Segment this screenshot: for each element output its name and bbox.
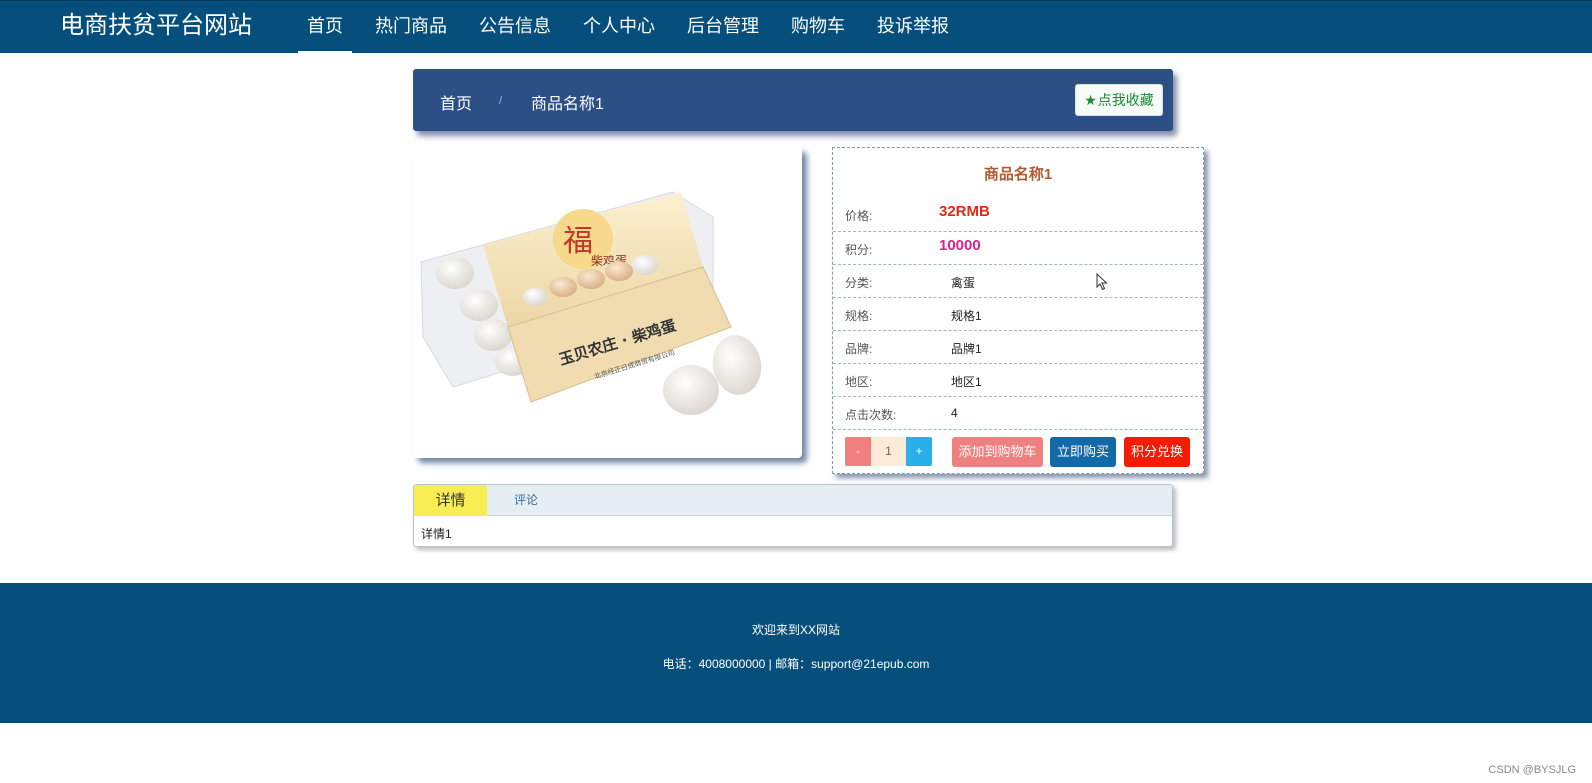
top-navbar: 电商扶贫平台网站 首页 热门商品 公告信息 个人中心 后台管理 购物车 投诉举报 [0, 0, 1592, 54]
spec-value: 规格1 [951, 309, 982, 323]
category-label: 分类: [845, 276, 873, 290]
mouse-cursor-icon [1096, 273, 1108, 291]
buy-now-button[interactable]: 立即购买 [1050, 437, 1116, 467]
nav-item-personal-center[interactable]: 个人中心 [574, 1, 664, 54]
info-row-brand: 品牌: 品牌1 [833, 330, 1203, 363]
breadcrumb: 首页 / 商品名称1 ★点我收藏 [413, 69, 1173, 131]
watermark: CSDN @BYSJLG [1488, 764, 1576, 776]
category-value: 禽蛋 [951, 276, 976, 290]
svg-text:福: 福 [563, 224, 593, 259]
points-label: 积分: [845, 243, 873, 257]
breadcrumb-separator: / [499, 95, 503, 107]
info-row-divider [833, 429, 1203, 430]
quantity-decrement-button[interactable]: - [845, 437, 871, 466]
brand-label: 品牌: [845, 342, 873, 356]
price-label: 价格: [845, 209, 873, 223]
nav-item-announcements[interactable]: 公告信息 [470, 1, 560, 54]
info-row-region: 地区: 地区1 [833, 363, 1203, 396]
product-detail-tabs: 详情 评论 详情1 [413, 484, 1173, 547]
favorite-button-label: 点我收藏 [1097, 92, 1154, 108]
info-row-category: 分类: 禽蛋 [833, 264, 1203, 297]
clicks-label: 点击次数: [845, 408, 897, 422]
spec-label: 规格: [845, 309, 873, 323]
egg-carton-illustration: 福 柴鸡蛋 玉贝农庄 · 柴鸡蛋 北京经正日成商贸有限公司 [420, 191, 762, 415]
quantity-input[interactable]: 1 [871, 437, 906, 466]
info-row-spec: 规格: 规格1 [833, 297, 1203, 330]
tabs-header: 详情 评论 [414, 485, 1172, 516]
footer-welcome: 欢迎来到XX网站 [751, 623, 840, 637]
product-name: 商品名称1 [983, 166, 1053, 183]
tab-details[interactable]: 详情 [414, 485, 487, 516]
breadcrumb-home-link[interactable]: 首页 [440, 90, 472, 114]
product-info-panel: 商品名称1 价格: 32RMB 积分: 10000 分类: 禽蛋 规格: 规格1… [832, 147, 1204, 474]
points-value: 10000 [939, 237, 981, 254]
nav-item-cart[interactable]: 购物车 [782, 1, 854, 54]
region-value: 地区1 [951, 375, 982, 389]
price-value: 32RMB [939, 203, 990, 220]
breadcrumb-current: 商品名称1 [531, 96, 604, 113]
star-icon: ★ [1084, 92, 1097, 108]
tab-content: 详情1 [421, 527, 452, 541]
brand-value: 品牌1 [951, 342, 982, 356]
add-to-cart-button[interactable]: 添加到购物车 [952, 437, 1043, 467]
product-image: 福 柴鸡蛋 玉贝农庄 · 柴鸡蛋 北京经正日成商贸有限公司 [413, 147, 802, 458]
favorite-button[interactable]: ★点我收藏 [1075, 84, 1163, 116]
clicks-value: 4 [951, 406, 958, 420]
nav-item-complaints[interactable]: 投诉举报 [868, 1, 958, 54]
quantity-increment-button[interactable]: + [906, 437, 932, 466]
region-label: 地区: [845, 375, 873, 389]
info-row-clicks: 点击次数: 4 [833, 396, 1203, 429]
nav-item-home[interactable]: 首页 [298, 1, 352, 54]
purchase-actions: - 1 + 添加到购物车 立即购买 积分兑换 [845, 437, 1193, 467]
nav-item-hot-products[interactable]: 热门商品 [366, 1, 456, 54]
tab-comments[interactable]: 评论 [514, 485, 538, 516]
redeem-points-button[interactable]: 积分兑换 [1124, 437, 1190, 467]
nav-item-admin[interactable]: 后台管理 [678, 1, 768, 54]
footer: 欢迎来到XX网站 电话：4008000000 | 邮箱：support@21ep… [0, 583, 1592, 723]
site-title[interactable]: 电商扶贫平台网站 [60, 11, 252, 41]
main-nav: 首页 热门商品 公告信息 个人中心 后台管理 购物车 投诉举报 [298, 1, 972, 54]
info-row-points: 积分: 10000 [833, 231, 1203, 264]
info-row-price: 价格: 32RMB [833, 198, 1203, 231]
footer-contact: 电话：4008000000 | 邮箱：support@21epub.com [662, 657, 930, 671]
